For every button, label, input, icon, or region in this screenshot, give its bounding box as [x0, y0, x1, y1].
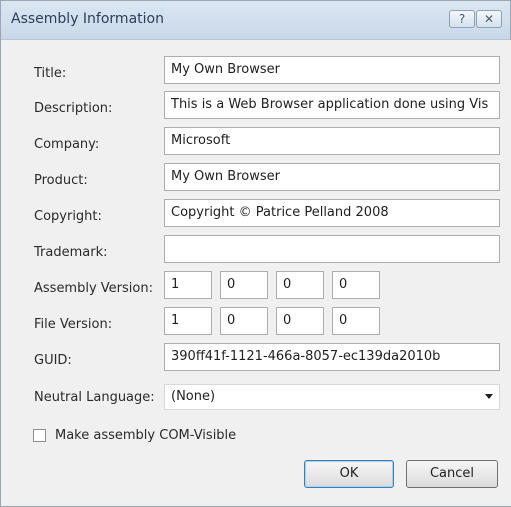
assembly-version-label: Assembly Version: — [34, 281, 153, 296]
trademark-label: Trademark: — [34, 245, 108, 260]
assembly-information-dialog: Assembly Information ? ✕ Title: My Own B… — [0, 0, 511, 507]
assembly-version-build[interactable]: 0 — [276, 271, 324, 299]
assembly-version-revision[interactable]: 0 — [332, 271, 380, 299]
trademark-field[interactable] — [164, 235, 500, 263]
dialog-body: Title: My Own Browser Description: This … — [2, 40, 511, 506]
file-version-build[interactable]: 0 — [276, 307, 324, 335]
file-version-minor[interactable]: 0 — [220, 307, 268, 335]
file-version-revision[interactable]: 0 — [332, 307, 380, 335]
description-field[interactable]: This is a Web Browser application done u… — [164, 91, 500, 119]
neutral-language-select[interactable]: (None) — [164, 384, 500, 410]
product-field[interactable]: My Own Browser — [164, 163, 500, 191]
product-label: Product: — [34, 173, 88, 188]
neutral-language-label: Neutral Language: — [34, 390, 155, 405]
ok-button[interactable]: OK — [304, 460, 394, 488]
help-button[interactable]: ? — [449, 10, 475, 28]
window-title: Assembly Information — [11, 11, 164, 27]
company-field[interactable]: Microsoft — [164, 127, 500, 155]
assembly-version-major[interactable]: 1 — [164, 271, 212, 299]
company-label: Company: — [34, 137, 100, 152]
cancel-button[interactable]: Cancel — [406, 460, 498, 488]
com-visible-label: Make assembly COM-Visible — [55, 428, 237, 443]
guid-label: GUID: — [34, 353, 72, 368]
file-version-major[interactable]: 1 — [164, 307, 212, 335]
neutral-language-value: (None) — [171, 389, 216, 404]
copyright-field[interactable]: Copyright © Patrice Pelland 2008 — [164, 199, 500, 227]
description-label: Description: — [34, 101, 113, 116]
close-button[interactable]: ✕ — [476, 10, 502, 28]
copyright-label: Copyright: — [34, 209, 102, 224]
file-version-label: File Version: — [34, 317, 113, 332]
title-field[interactable]: My Own Browser — [164, 56, 500, 84]
title-label: Title: — [34, 66, 67, 81]
guid-field[interactable]: 390ff41f-1121-466a-8057-ec139da2010b — [164, 343, 500, 371]
title-bar: Assembly Information ? ✕ — [1, 1, 510, 40]
assembly-version-minor[interactable]: 0 — [220, 271, 268, 299]
chevron-down-icon — [485, 394, 493, 399]
com-visible-checkbox[interactable] — [33, 429, 46, 442]
